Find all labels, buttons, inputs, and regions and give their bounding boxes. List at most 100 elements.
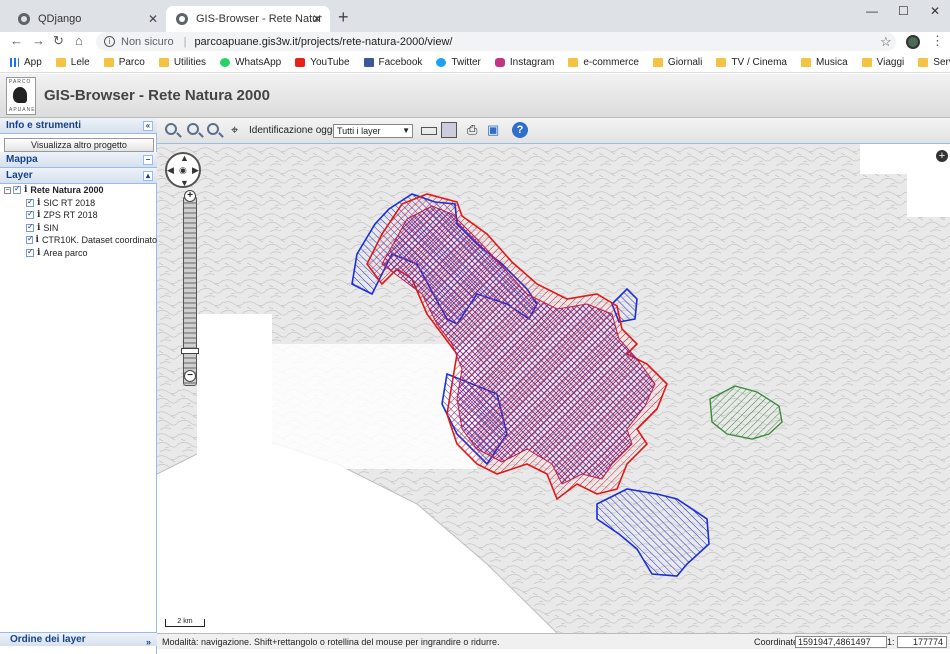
- bookmark-ecommerce[interactable]: e-commerce: [568, 57, 639, 68]
- bookmark-servizi[interactable]: Servizi: [918, 57, 950, 68]
- menu-icon[interactable]: ⋮: [931, 33, 944, 49]
- browser-toolbar: ← → ↻ ⌂ i Non sicuro | parcoapuane.gis3w…: [0, 32, 950, 52]
- bookmark-instagram[interactable]: Instagram: [494, 57, 554, 68]
- close-icon[interactable]: ✕: [148, 12, 158, 26]
- bookmark-whatsapp[interactable]: WhatsApp: [220, 57, 281, 68]
- zoom-prev-icon[interactable]: [187, 123, 199, 135]
- info-tools-header[interactable]: Info e strumenti «: [0, 118, 157, 134]
- info-icon[interactable]: i: [104, 36, 115, 47]
- profile-avatar[interactable]: [906, 35, 920, 49]
- collapse-icon[interactable]: ▴: [143, 171, 153, 181]
- bookmark-lele[interactable]: Lele: [55, 57, 90, 68]
- checkbox[interactable]: [26, 209, 34, 220]
- twitter-icon: [436, 58, 447, 67]
- close-icon[interactable]: ✕: [312, 12, 322, 26]
- folder-icon: [918, 58, 929, 67]
- star-icon[interactable]: ☆: [880, 34, 892, 50]
- info-icon[interactable]: i: [36, 235, 39, 245]
- bookmark-label: Musica: [815, 57, 848, 68]
- bookmark-musica[interactable]: Musica: [800, 57, 848, 68]
- close-window-icon[interactable]: ✕: [930, 4, 940, 18]
- bookmark-utilities[interactable]: Utilities: [158, 57, 206, 68]
- checkbox[interactable]: [26, 234, 33, 245]
- reload-icon[interactable]: ↻: [53, 33, 64, 49]
- export-icon[interactable]: ▣: [487, 122, 503, 138]
- bookmark-viaggi[interactable]: Viaggi: [861, 57, 904, 68]
- maximize-icon[interactable]: ☐: [898, 4, 909, 18]
- pan-control[interactable]: ▲ ▼ ◀ ▶ ◉: [165, 152, 201, 188]
- layer-order-header[interactable]: Ordine dei layer »: [0, 632, 157, 649]
- zoom-slider-track[interactable]: [183, 196, 197, 386]
- layer-header[interactable]: Layer ▴: [0, 168, 157, 184]
- layer-item[interactable]: iSIN: [0, 222, 157, 235]
- facebook-icon: [363, 58, 374, 67]
- zoom-in-button[interactable]: +: [184, 190, 196, 202]
- zoom-next-icon[interactable]: [207, 123, 219, 135]
- globe-icon: [176, 13, 188, 25]
- map-view[interactable]: ▲ ▼ ◀ ▶ ◉ + − + 2 km: [157, 144, 950, 633]
- identify-layer-select[interactable]: Tutti i layer ▼: [333, 124, 413, 138]
- bookmark-app[interactable]: App: [10, 57, 42, 68]
- checkbox[interactable]: [26, 247, 34, 257]
- tab-qdjango[interactable]: QDjango ✕: [8, 6, 166, 32]
- bookmark-parco[interactable]: Parco: [103, 57, 145, 68]
- measure-line-icon[interactable]: [421, 127, 437, 135]
- layer-item[interactable]: iCTR10K. Dataset coordinato: [0, 234, 157, 247]
- tree-label: Rete Natura 2000: [30, 185, 104, 196]
- bookmark-label: Parco: [118, 57, 145, 68]
- back-icon[interactable]: ←: [10, 33, 23, 48]
- scale-field[interactable]: 177774: [897, 636, 947, 648]
- pan-left-icon[interactable]: ◀: [167, 165, 174, 176]
- zoom-full-icon[interactable]: [165, 123, 177, 135]
- expand-icon[interactable]: −: [4, 186, 11, 194]
- bookmarks-bar: App Lele Parco Utilities WhatsApp YouTub…: [0, 53, 950, 73]
- new-tab-button[interactable]: +: [338, 7, 349, 28]
- checkbox[interactable]: [13, 184, 21, 195]
- tree-root[interactable]: − i Rete Natura 2000: [0, 184, 157, 197]
- minimize-icon[interactable]: —: [866, 4, 878, 18]
- collapse-icon[interactable]: −: [143, 155, 153, 165]
- pan-up-icon[interactable]: ▲: [180, 153, 189, 163]
- identify-icon[interactable]: ⌖: [231, 122, 247, 138]
- measure-area-icon[interactable]: [441, 122, 457, 138]
- layer-item[interactable]: iSIC RT 2018: [0, 197, 157, 210]
- info-icon[interactable]: i: [37, 248, 40, 258]
- expand-panel-icon[interactable]: +: [936, 150, 948, 162]
- select-value: Tutti i layer: [337, 126, 381, 136]
- layer-item[interactable]: iArea parco: [0, 247, 157, 260]
- zoom-out-button[interactable]: −: [184, 370, 196, 382]
- checkbox[interactable]: [26, 197, 34, 207]
- zoom-slider-handle[interactable]: [181, 348, 199, 354]
- scale-bar: 2 km: [165, 618, 205, 627]
- layer-item[interactable]: iZPS RT 2018: [0, 209, 157, 222]
- separator: |: [183, 35, 187, 48]
- pan-right-icon[interactable]: ▶: [192, 165, 199, 176]
- coordinates-field[interactable]: 1591947,4861497: [795, 636, 887, 648]
- bookmark-twitter[interactable]: Twitter: [436, 57, 481, 68]
- bookmark-facebook[interactable]: Facebook: [363, 57, 422, 68]
- forward-icon[interactable]: →: [32, 33, 45, 48]
- info-icon[interactable]: i: [37, 223, 40, 233]
- tab-gis-browser[interactable]: GIS-Browser - Rete Natura 2000 ✕: [166, 6, 330, 32]
- bookmark-youtube[interactable]: YouTube: [295, 57, 350, 68]
- other-project-button[interactable]: Visualizza altro progetto: [4, 138, 154, 152]
- expand-icon[interactable]: »: [146, 635, 151, 649]
- info-icon[interactable]: i: [24, 185, 27, 195]
- map-header[interactable]: Mappa −: [0, 152, 157, 168]
- whatsapp-icon: [220, 58, 231, 67]
- folder-icon: [716, 58, 727, 67]
- bookmark-label: Servizi: [933, 57, 950, 68]
- address-bar[interactable]: i Non sicuro | parcoapuane.gis3w.it/proj…: [96, 32, 896, 51]
- home-icon[interactable]: ⌂: [75, 33, 83, 48]
- bookmark-tv-cinema[interactable]: TV / Cinema: [716, 57, 787, 68]
- info-icon[interactable]: i: [37, 210, 40, 220]
- help-icon[interactable]: ?: [512, 122, 528, 138]
- map-canvas[interactable]: [157, 144, 950, 633]
- bookmark-giornali[interactable]: Giornali: [652, 57, 702, 68]
- pan-down-icon[interactable]: ▼: [180, 178, 189, 188]
- globe-icon[interactable]: ◉: [179, 165, 187, 176]
- checkbox[interactable]: [26, 222, 34, 232]
- print-icon[interactable]: ⎙: [467, 122, 483, 138]
- collapse-icon[interactable]: «: [143, 121, 153, 131]
- info-icon[interactable]: i: [37, 198, 40, 208]
